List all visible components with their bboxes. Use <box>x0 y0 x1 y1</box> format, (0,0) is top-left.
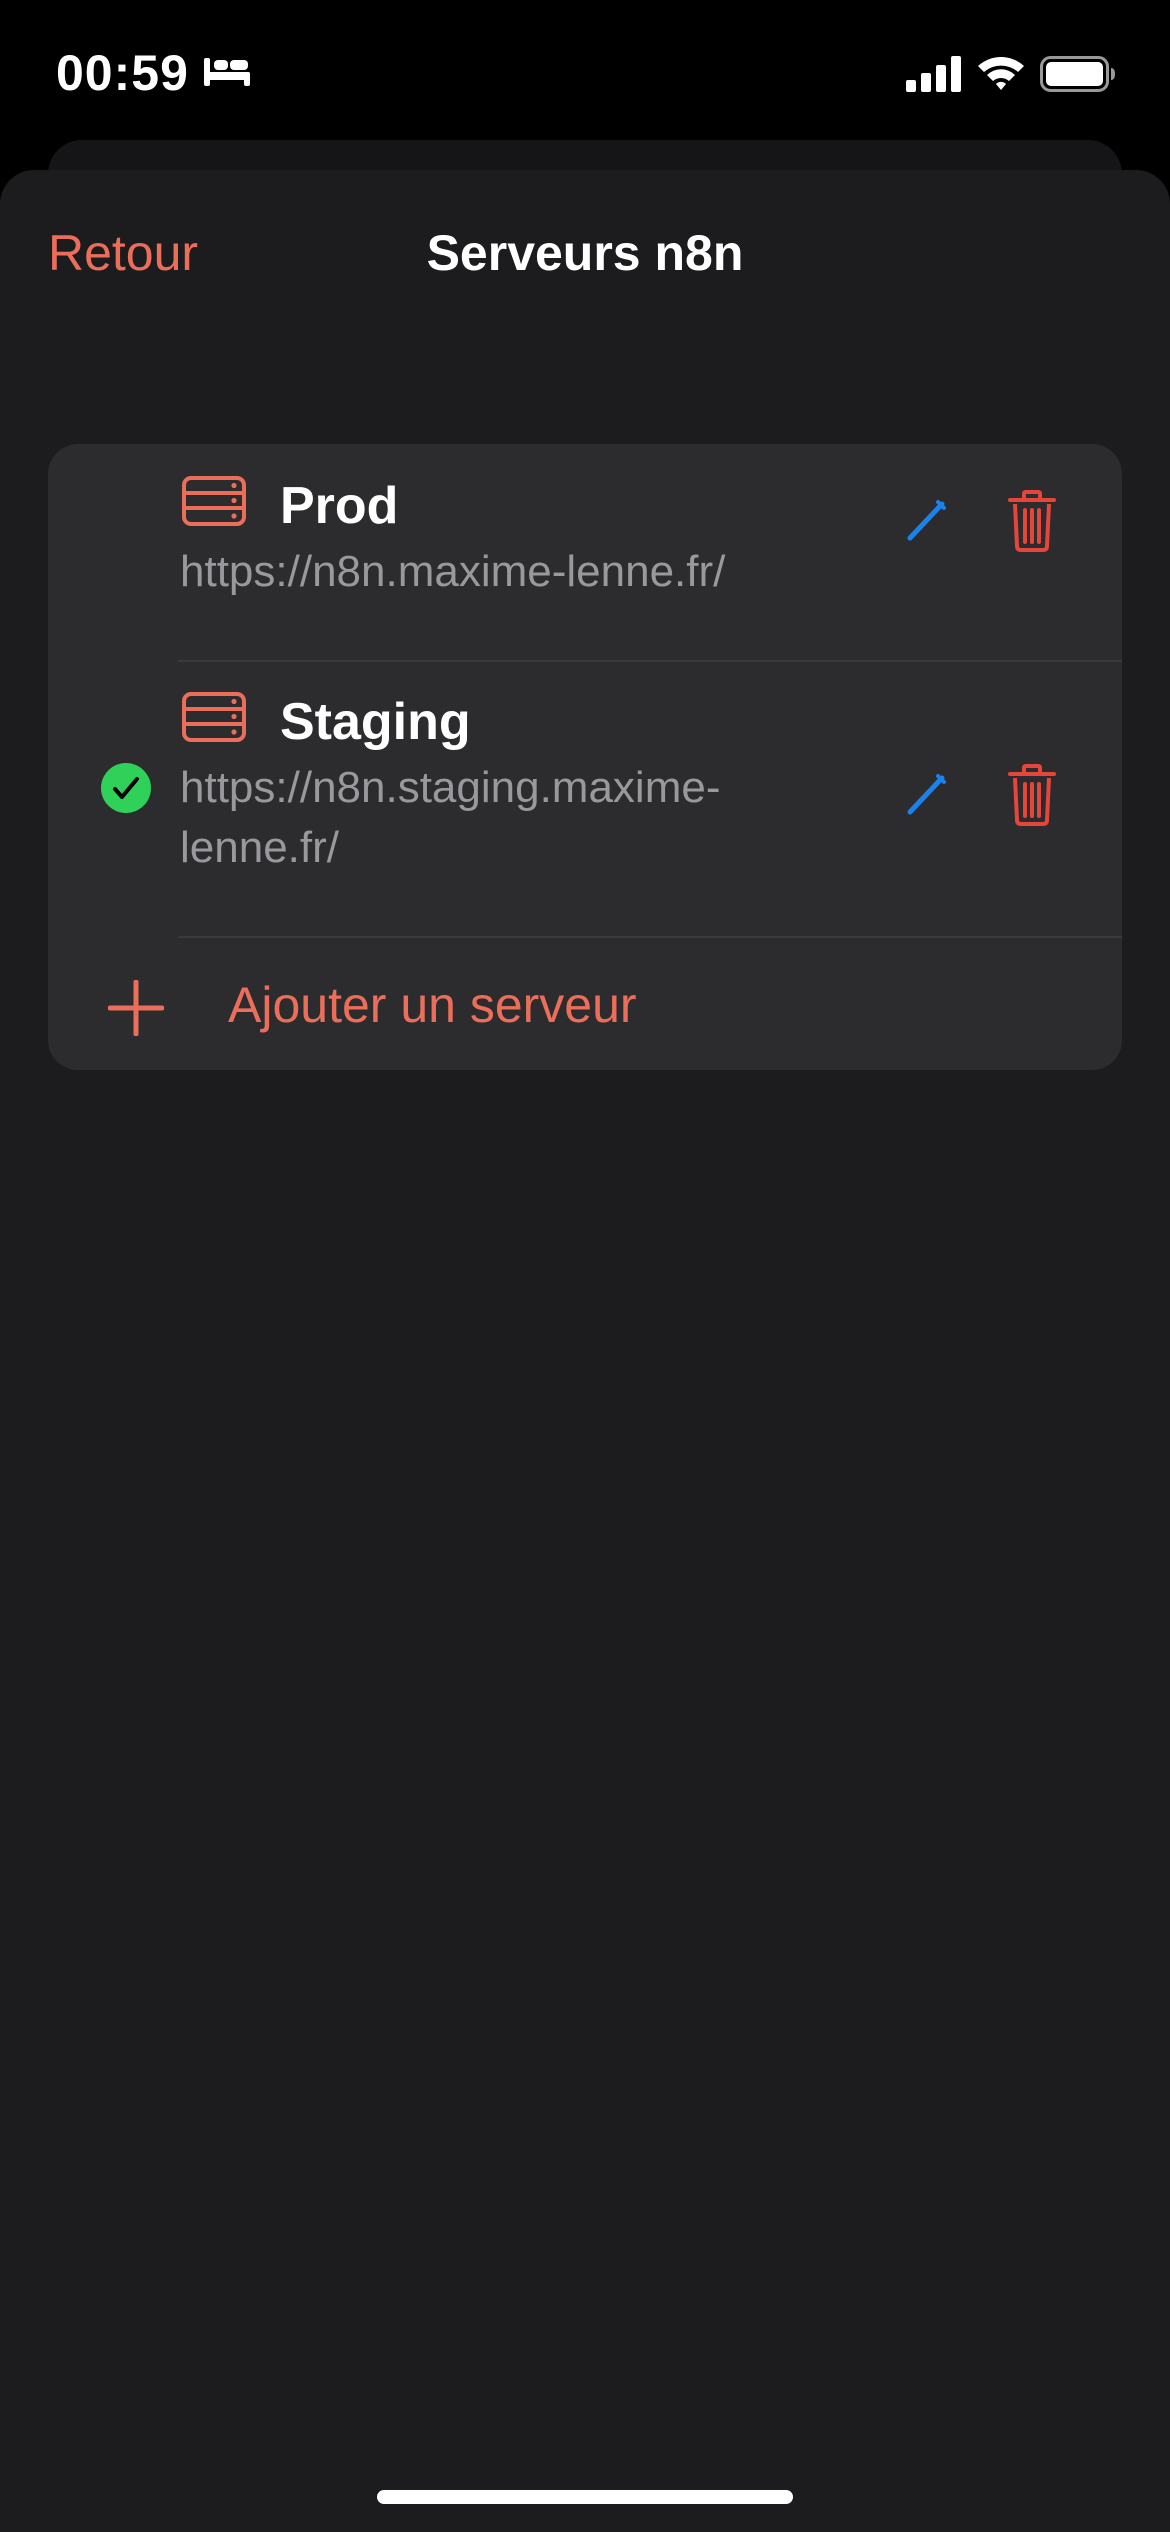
server-url: https://n8n.staging.maxime-lenne.fr/ <box>180 763 721 872</box>
page-title: Serveurs n8n <box>426 225 744 281</box>
pencil-icon[interactable] <box>902 770 952 825</box>
status-bar: 00:59 <box>0 0 1170 150</box>
bed-icon <box>202 54 252 93</box>
trash-icon[interactable] <box>1008 490 1056 557</box>
add-server-button[interactable]: Ajouter un serveur <box>48 938 1122 1070</box>
pencil-icon[interactable] <box>902 496 952 551</box>
server-url: https://n8n.maxime-lenne.fr/ <box>180 547 726 596</box>
server-name: Prod <box>280 477 399 535</box>
server-list: Prod https://n8n.maxime-lenne.fr/ Stagin… <box>48 444 1122 1070</box>
home-indicator[interactable] <box>377 2490 793 2504</box>
server-row-prod[interactable]: Prod https://n8n.maxime-lenne.fr/ <box>48 444 1122 662</box>
checkmark-circle-icon <box>100 762 152 819</box>
plus-icon[interactable] <box>107 979 165 1041</box>
server-icon <box>182 476 246 526</box>
status-time: 00:59 <box>56 45 189 101</box>
cellular-signal-icon <box>906 56 962 97</box>
wifi-icon <box>976 52 1026 97</box>
add-server-label[interactable]: Ajouter un serveur <box>228 976 637 1034</box>
servers-sheet: Retour Serveurs n8n Prod https://n8n.max… <box>0 170 1170 2532</box>
server-row-staging[interactable]: Staging https://n8n.staging.maxime-lenne… <box>48 662 1122 938</box>
battery-icon <box>1040 56 1116 97</box>
trash-icon[interactable] <box>1008 764 1056 831</box>
server-name: Staging <box>280 693 471 751</box>
server-icon <box>182 692 246 742</box>
